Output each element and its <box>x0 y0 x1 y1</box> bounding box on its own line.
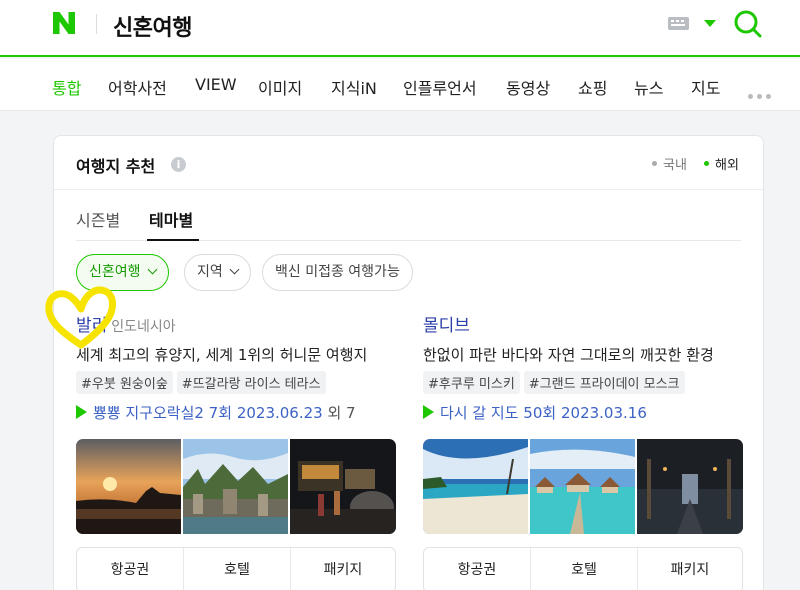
tv-date: 2023.03.16 <box>560 404 647 422</box>
tag-list: #우붓 원숭이숲 #뜨갈라랑 라이스 테라스 <box>76 371 396 394</box>
dot-icon <box>704 161 709 166</box>
tab-influencer[interactable]: 인플루언서 <box>403 75 477 99</box>
tab-integrated[interactable]: 통합 <box>52 75 81 99</box>
naver-logo[interactable] <box>52 11 76 35</box>
tab-images[interactable]: 이미지 <box>258 75 302 99</box>
tv-program: 다시 갈 지도 50회 <box>440 404 557 422</box>
tag[interactable]: #우붓 원숭이숲 <box>76 371 173 394</box>
destination-description: 한없이 파란 바다와 자연 그대로의 깨끗한 환경 <box>423 346 714 364</box>
hotel-button[interactable]: 호텔 <box>531 548 637 590</box>
filter-label: 백신 미접종 여행가능 <box>275 264 400 280</box>
temple-garden-photo[interactable] <box>183 439 288 534</box>
tab-kin[interactable]: 지식iN <box>331 75 377 99</box>
flights-button[interactable]: 항공권 <box>424 548 530 590</box>
flights-button[interactable]: 항공권 <box>77 548 183 590</box>
active-subtab-indicator <box>147 239 199 241</box>
chevron-down-icon[interactable] <box>704 20 716 27</box>
heart-annotation <box>45 286 116 349</box>
package-button[interactable]: 패키지 <box>291 548 395 590</box>
night-market-photo[interactable] <box>290 439 396 534</box>
destination-title[interactable]: 몰디브 <box>423 311 743 336</box>
search-icon[interactable] <box>733 9 763 39</box>
play-icon <box>76 405 87 419</box>
card-title: 여행지 추천 <box>76 157 156 176</box>
destination-bali: 발리 인도네시아 세계 최고의 휴양지, 세계 1위의 허니문 여행지 #우붓 원… <box>76 311 396 590</box>
tag[interactable]: #뜨갈라랑 라이스 테라스 <box>176 371 326 394</box>
play-icon <box>423 405 434 419</box>
tab-view[interactable]: VIEW <box>195 75 237 94</box>
search-tab-bar: 통합 어학사전 VIEW 이미지 지식iN 인플루언서 동영상 쇼핑 뉴스 지도 <box>0 59 800 111</box>
tv-extra: 외 7 <box>327 404 356 422</box>
tab-news[interactable]: 뉴스 <box>634 75 663 99</box>
header-divider <box>96 14 97 34</box>
filter-label: 신혼여행 <box>89 264 141 280</box>
divider <box>54 189 763 190</box>
hotel-button[interactable]: 호텔 <box>184 548 290 590</box>
chevron-down-icon <box>147 264 157 275</box>
booking-buttons: 항공권 호텔 패키지 <box>76 547 396 590</box>
tv-program: 뿅뿅 지구오락실2 7회 <box>93 404 233 422</box>
photo-strip <box>423 439 743 534</box>
photo-strip <box>76 439 396 534</box>
tv-date: 2023.06.23 <box>236 404 323 422</box>
keyboard-icon[interactable] <box>668 17 689 30</box>
search-header: 신혼여행 <box>0 0 800 57</box>
destination-maldives: 몰디브 한없이 파란 바다와 자연 그대로의 깨끗한 환경 #후쿠루 미스키 #그… <box>423 311 743 590</box>
filter-region[interactable]: 지역 <box>184 254 251 291</box>
tag-list: #후쿠루 미스키 #그랜드 프라이데이 모스크 <box>423 371 743 394</box>
destination-name[interactable]: 몰디브 <box>423 316 470 336</box>
tv-link[interactable]: 뿅뿅 지구오락실2 7회 2023.06.23 외 7 <box>76 402 396 423</box>
tab-dictionary[interactable]: 어학사전 <box>108 75 167 99</box>
sunset-temple-photo[interactable] <box>76 439 181 534</box>
tag[interactable]: #그랜드 프라이데이 모스크 <box>523 371 685 394</box>
travel-recommend-card: 여행지 추천 i 국내 해외 시즌별 테마별 신혼여행 지역 백신 미접종 여행… <box>53 135 764 590</box>
dot-icon <box>652 161 657 166</box>
search-query[interactable]: 신혼여행 <box>113 10 192 42</box>
region-domestic[interactable]: 국내 <box>652 154 687 173</box>
tab-map[interactable]: 지도 <box>691 75 720 99</box>
region-label: 국내 <box>663 158 687 173</box>
water-villa-photo[interactable] <box>530 439 635 534</box>
destination-country: 인도네시아 <box>111 319 176 335</box>
package-button[interactable]: 패키지 <box>638 548 742 590</box>
filter-label: 지역 <box>197 264 223 280</box>
beach-photo[interactable] <box>423 439 528 534</box>
subtab-theme[interactable]: 테마별 <box>149 207 193 231</box>
tag[interactable]: #후쿠루 미스키 <box>423 371 520 394</box>
region-label: 해외 <box>715 158 739 173</box>
info-icon[interactable]: i <box>171 157 186 172</box>
booking-buttons: 항공권 호텔 패키지 <box>423 547 743 590</box>
tab-shopping[interactable]: 쇼핑 <box>578 75 607 99</box>
destination-description: 세계 최고의 휴양지, 세계 1위의 허니문 여행지 <box>76 346 368 364</box>
subtab-season[interactable]: 시즌별 <box>76 207 120 231</box>
overwater-deck-photo[interactable] <box>637 439 743 534</box>
filter-unvaccinated[interactable]: 백신 미접종 여행가능 <box>262 254 413 291</box>
chevron-down-icon <box>229 264 240 275</box>
more-tabs-icon[interactable] <box>748 84 775 103</box>
destination-title[interactable]: 발리 인도네시아 <box>76 311 396 336</box>
tab-video[interactable]: 동영상 <box>506 75 550 99</box>
tv-link[interactable]: 다시 갈 지도 50회 2023.03.16 <box>423 402 743 423</box>
region-overseas[interactable]: 해외 <box>704 154 739 173</box>
